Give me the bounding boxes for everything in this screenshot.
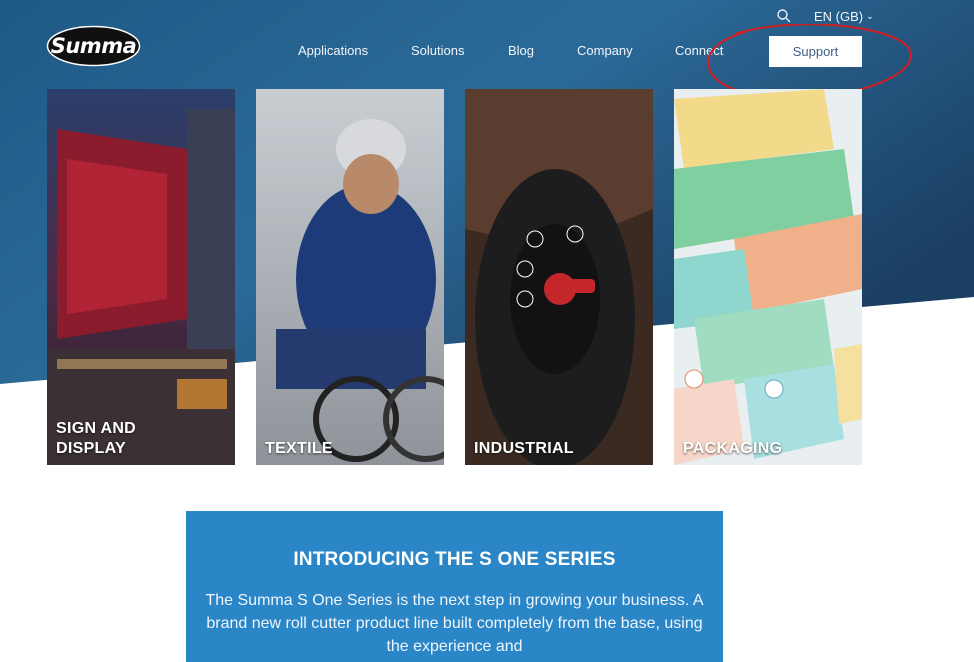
sign-display-image [47, 89, 235, 465]
tile-packaging[interactable]: PACKAGING [674, 89, 862, 465]
tile-label-packaging: PACKAGING [683, 440, 783, 457]
tile-textile[interactable]: TEXTILE [256, 89, 444, 465]
intro-body: The Summa S One Series is the next step … [205, 592, 704, 655]
packaging-image [674, 89, 862, 465]
language-selector[interactable]: EN (GB) ⌄ [814, 9, 874, 24]
tile-label-industrial: INDUSTRIAL [474, 440, 574, 457]
tile-sign-and-display[interactable]: SIGN AND DISPLAY [47, 89, 235, 465]
support-button[interactable]: Support [769, 36, 862, 67]
nav-item-blog[interactable]: Blog [508, 43, 534, 58]
intro-title: INTRODUCING THE S ONE SERIES [293, 549, 616, 570]
nav-item-company[interactable]: Company [577, 43, 633, 58]
tile-label-sign-and-display: SIGN AND DISPLAY [56, 420, 137, 457]
nav-item-connect[interactable]: Connect [675, 43, 723, 58]
search-icon[interactable] [776, 8, 792, 24]
tile-industrial[interactable]: INDUSTRIAL [465, 89, 653, 465]
tile-label-textile: TEXTILE [265, 440, 333, 457]
chevron-down-icon: ⌄ [866, 10, 874, 21]
intro-box: INTRODUCING THE S ONE SERIES The Summa S… [186, 511, 723, 662]
nav-item-applications[interactable]: Applications [298, 43, 368, 58]
textile-image [256, 89, 444, 465]
language-label: EN (GB) [814, 8, 864, 24]
industrial-image [465, 89, 653, 465]
nav-item-solutions[interactable]: Solutions [411, 43, 464, 58]
